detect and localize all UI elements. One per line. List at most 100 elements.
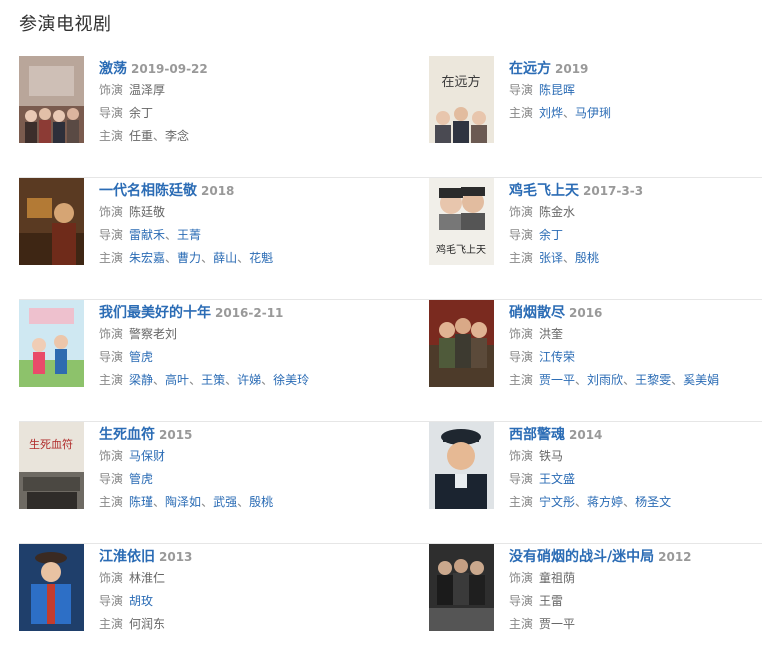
person-link[interactable]: 徐美玲 xyxy=(273,373,309,387)
drama-title-link[interactable]: 没有硝烟的战斗/迷中局 xyxy=(509,549,654,565)
drama-title-link[interactable]: 在远方 xyxy=(509,61,551,77)
person-link[interactable]: 管虎 xyxy=(129,472,153,486)
person-link[interactable]: 高叶 xyxy=(165,373,189,387)
separator: 、 xyxy=(237,495,250,509)
drama-info: 在远方 2019 导演 陈昆晖 主演 刘烨、马伊琍 xyxy=(509,56,762,125)
drama-item: 江淮依旧 2013 饰演 林淮仁 导演 胡玫 主演 何润东 xyxy=(19,544,349,665)
line-label: 饰演 xyxy=(99,571,124,585)
separator: 、 xyxy=(261,373,274,387)
line-label: 主演 xyxy=(509,251,534,265)
drama-info: 一代名相陈廷敬 2018 饰演 陈廷敬 导演 雷献禾、王菁 主演 朱宏嘉、曹力、薛山、花… xyxy=(99,178,359,270)
line-value: 铁马 xyxy=(539,449,564,463)
line-value: 林淮仁 xyxy=(129,571,166,585)
person-link[interactable]: 余丁 xyxy=(539,228,563,242)
drama-poster[interactable]: 生死血符 xyxy=(19,422,84,509)
drama-info: 激荡 2019-09-22 饰演 温泽厚 导演 余丁 主演 任重、李念 xyxy=(99,56,359,148)
drama-item: 没有硝烟的战斗/迷中局 2012 饰演 童祖荫 导演 王雷 主演 贾一平 xyxy=(429,544,759,665)
person-link[interactable]: 陈瑾 xyxy=(129,495,153,509)
person-link[interactable]: 张译 xyxy=(539,251,563,265)
drama-line: 导演 江传荣 xyxy=(509,346,762,369)
drama-line: 主演 宁文彤、蒋方婷、杨圣文 xyxy=(509,491,762,514)
person-link[interactable]: 刘雨欣 xyxy=(587,373,623,387)
person-link[interactable]: 许娣 xyxy=(237,373,261,387)
line-value: 陈金水 xyxy=(539,205,576,219)
drama-title-link[interactable]: 我们最美好的十年 xyxy=(99,305,211,321)
person-link[interactable]: 曹力 xyxy=(177,251,201,265)
person-link[interactable]: 薛山 xyxy=(213,251,237,265)
person-link[interactable]: 雷献禾 xyxy=(129,228,165,242)
drama-title-link[interactable]: 生死血符 xyxy=(99,427,155,443)
person-link[interactable]: 王策 xyxy=(201,373,225,387)
line-value: 童祖荫 xyxy=(539,571,576,585)
drama-info: 江淮依旧 2013 饰演 林淮仁 导演 胡玫 主演 何润东 xyxy=(99,544,359,636)
person-link[interactable]: 马保财 xyxy=(129,449,165,463)
drama-line: 导演 雷献禾、王菁 xyxy=(99,224,359,247)
drama-line: 主演 梁静、高叶、王策、许娣、徐美玲 xyxy=(99,369,359,392)
person-link[interactable]: 贾一平 xyxy=(539,373,575,387)
drama-info: 我们最美好的十年 2016-2-11 饰演 警察老刘 导演 管虎 主演 梁静、高叶、王策… xyxy=(99,300,359,392)
person-link[interactable]: 朱宏嘉 xyxy=(129,251,165,265)
person-link[interactable]: 殷桃 xyxy=(575,251,599,265)
drama-poster[interactable] xyxy=(19,178,84,265)
person-link[interactable]: 陶泽如 xyxy=(165,495,201,509)
drama-grid: 激荡 2019-09-22 饰演 温泽厚 导演 余丁 主演 任重、李念 在远方 在 xyxy=(19,56,762,665)
drama-title-link[interactable]: 硝烟散尽 xyxy=(509,305,565,321)
drama-line: 饰演 温泽厚 xyxy=(99,79,359,102)
line-value: 何润东 xyxy=(129,617,166,631)
person-link[interactable]: 王文盛 xyxy=(539,472,575,486)
line-label: 主演 xyxy=(99,251,124,265)
person-link[interactable]: 奚美娟 xyxy=(683,373,719,387)
person-link[interactable]: 江传荣 xyxy=(539,350,575,364)
separator: 、 xyxy=(153,129,166,143)
line-label: 导演 xyxy=(509,350,534,364)
drama-poster[interactable] xyxy=(429,544,494,631)
drama-item: 在远方 在远方 2019 导演 陈昆晖 主演 刘烨、马伊琍 xyxy=(429,56,759,177)
person-link[interactable]: 王菁 xyxy=(177,228,201,242)
person-link[interactable]: 马伊琍 xyxy=(575,106,611,120)
line-label: 导演 xyxy=(509,228,534,242)
person-link[interactable]: 蒋方婷 xyxy=(587,495,623,509)
drama-line: 饰演 陈金水 xyxy=(509,201,762,224)
drama-poster[interactable] xyxy=(19,544,84,631)
line-label: 导演 xyxy=(99,472,124,486)
separator: 、 xyxy=(575,495,588,509)
drama-line: 主演 张译、殷桃 xyxy=(509,247,762,270)
separator: 、 xyxy=(563,251,576,265)
person-link[interactable]: 胡玫 xyxy=(129,594,153,608)
line-label: 导演 xyxy=(99,228,124,242)
person-link[interactable]: 管虎 xyxy=(129,350,153,364)
drama-poster[interactable] xyxy=(429,300,494,387)
drama-year: 2014 xyxy=(569,428,603,442)
drama-poster[interactable] xyxy=(429,422,494,509)
person-link[interactable]: 武强 xyxy=(213,495,237,509)
line-label: 饰演 xyxy=(99,327,124,341)
person-link[interactable]: 殷桃 xyxy=(249,495,273,509)
drama-title-link[interactable]: 激荡 xyxy=(99,61,127,77)
drama-row: 生死血符 生死血符 2015 饰演 马保财 导演 管虎 主演 陈瑾、陶泽如、武强、殷桃 xyxy=(19,422,762,544)
drama-title-link[interactable]: 江淮依旧 xyxy=(99,549,155,565)
drama-poster[interactable]: 在远方 xyxy=(429,56,494,143)
drama-title-link[interactable]: 鸡毛飞上天 xyxy=(509,183,579,199)
person-link[interactable]: 梁静 xyxy=(129,373,153,387)
separator: 、 xyxy=(165,228,178,242)
drama-line: 饰演 马保财 xyxy=(99,445,359,468)
person-link[interactable]: 陈昆晖 xyxy=(539,83,575,97)
drama-title-link[interactable]: 一代名相陈廷敬 xyxy=(99,183,197,199)
person-link[interactable]: 杨圣文 xyxy=(635,495,671,509)
person-link[interactable]: 宁文彤 xyxy=(539,495,575,509)
drama-poster[interactable] xyxy=(19,300,84,387)
line-label: 饰演 xyxy=(99,83,124,97)
line-value: 洪奎 xyxy=(539,327,564,341)
drama-line: 饰演 陈廷敬 xyxy=(99,201,359,224)
drama-item: 生死血符 生死血符 2015 饰演 马保财 导演 管虎 主演 陈瑾、陶泽如、武强、殷桃 xyxy=(19,422,349,543)
drama-poster[interactable]: 鸡毛飞上天 xyxy=(429,178,494,265)
line-label: 导演 xyxy=(99,350,124,364)
drama-line: 主演 朱宏嘉、曹力、薛山、花魁 xyxy=(99,247,359,270)
drama-title-link[interactable]: 西部警魂 xyxy=(509,427,565,443)
person-link[interactable]: 花魁 xyxy=(249,251,273,265)
poster-text: 在远方 xyxy=(441,74,480,90)
drama-poster[interactable] xyxy=(19,56,84,143)
person-link[interactable]: 刘烨 xyxy=(539,106,563,120)
person-link[interactable]: 王黎雯 xyxy=(635,373,671,387)
line-label: 主演 xyxy=(509,617,534,631)
